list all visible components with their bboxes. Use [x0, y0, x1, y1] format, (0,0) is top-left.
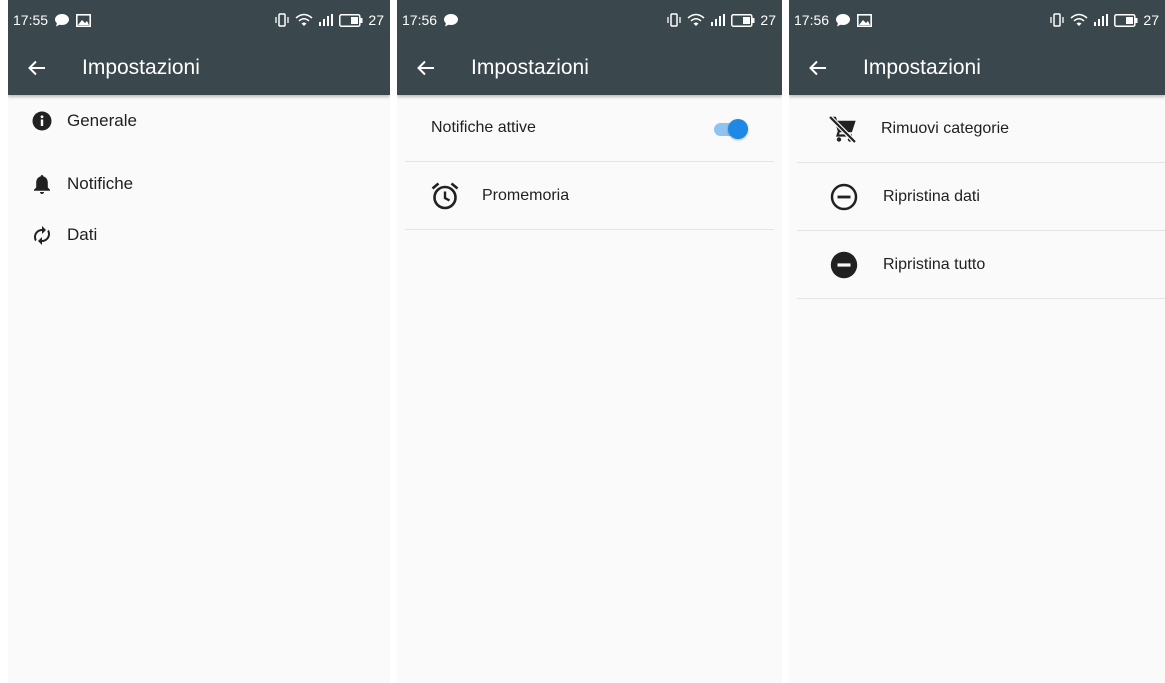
remove-circle-outline-icon: [829, 182, 859, 212]
battery-icon: [731, 13, 755, 27]
menu-item-generale[interactable]: Generale: [8, 107, 390, 134]
chat-bubble-icon: [443, 13, 459, 27]
back-arrow-icon[interactable]: [8, 40, 64, 95]
vibrate-icon: [274, 13, 290, 27]
notifications-switch[interactable]: [711, 119, 748, 139]
reminder-label: Promemoria: [482, 186, 570, 204]
battery-icon: [1114, 13, 1138, 27]
vibrate-icon: [666, 13, 682, 27]
reset-all-label: Ripristina tutto: [883, 255, 986, 273]
menu-item-dati[interactable]: Dati: [8, 209, 390, 260]
page-title: Impostazioni: [471, 55, 589, 79]
bell-icon: [31, 173, 53, 195]
chat-bubble-icon: [54, 13, 70, 27]
screen-notification-settings: 17:56 27 Impostazioni Notifiche attive P…: [397, 0, 782, 683]
screen-data-settings: 17:56 27 Impostazioni Rimuovi categorie …: [789, 0, 1165, 683]
menu-item-label: Notifiche: [67, 173, 134, 193]
status-bar: 17:56 27: [397, 0, 782, 40]
notifications-toggle-row[interactable]: Notifiche attive: [405, 95, 774, 162]
info-icon: [31, 110, 53, 132]
battery-level: 27: [1143, 12, 1159, 28]
vibrate-icon: [1049, 13, 1065, 27]
sync-icon: [31, 224, 53, 246]
reminder-row[interactable]: Promemoria: [405, 162, 774, 230]
image-icon: [76, 13, 92, 27]
signal-icon: [710, 13, 726, 27]
wifi-icon: [687, 13, 705, 27]
notification-settings-list: Notifiche attive Promemoria: [397, 95, 782, 230]
status-bar: 17:55 27: [8, 0, 390, 40]
settings-menu-list: Generale Notifiche Dati: [8, 95, 390, 260]
back-arrow-icon[interactable]: [789, 40, 845, 95]
status-time: 17:55: [13, 12, 49, 28]
battery-level: 27: [368, 12, 384, 28]
remove-shopping-cart-icon: [827, 114, 857, 144]
reset-data-row[interactable]: Ripristina dati: [797, 163, 1165, 231]
app-bar: Impostazioni: [397, 40, 782, 95]
remove-categories-row[interactable]: Rimuovi categorie: [797, 95, 1165, 163]
remove-categories-label: Rimuovi categorie: [881, 119, 1010, 137]
back-arrow-icon[interactable]: [397, 40, 453, 95]
menu-item-notifiche[interactable]: Notifiche: [8, 158, 390, 209]
screen-settings-menu: 17:55 27 Impostazioni Generale Notifiche…: [8, 0, 390, 683]
status-time: 17:56: [402, 12, 438, 28]
signal-icon: [318, 13, 334, 27]
data-settings-list: Rimuovi categorie Ripristina dati Ripris…: [789, 95, 1165, 299]
battery-icon: [339, 13, 363, 27]
remove-circle-icon: [829, 250, 859, 280]
signal-icon: [1093, 13, 1109, 27]
menu-item-label: Dati: [67, 224, 98, 244]
page-title: Impostazioni: [863, 55, 981, 79]
app-bar: Impostazioni: [789, 40, 1165, 95]
switch-thumb: [728, 119, 748, 139]
reset-all-row[interactable]: Ripristina tutto: [797, 231, 1165, 299]
wifi-icon: [1070, 13, 1088, 27]
app-bar: Impostazioni: [8, 40, 390, 95]
page-title: Impostazioni: [82, 55, 200, 79]
notifications-toggle-label: Notifiche attive: [431, 119, 536, 136]
image-icon: [857, 13, 873, 27]
status-time: 17:56: [794, 12, 830, 28]
reset-data-label: Ripristina dati: [883, 187, 980, 205]
menu-item-label: Generale: [67, 110, 137, 130]
battery-level: 27: [760, 12, 776, 28]
status-bar: 17:56 27: [789, 0, 1165, 40]
alarm-clock-icon: [429, 180, 461, 212]
wifi-icon: [295, 13, 313, 27]
chat-bubble-icon: [835, 13, 851, 27]
